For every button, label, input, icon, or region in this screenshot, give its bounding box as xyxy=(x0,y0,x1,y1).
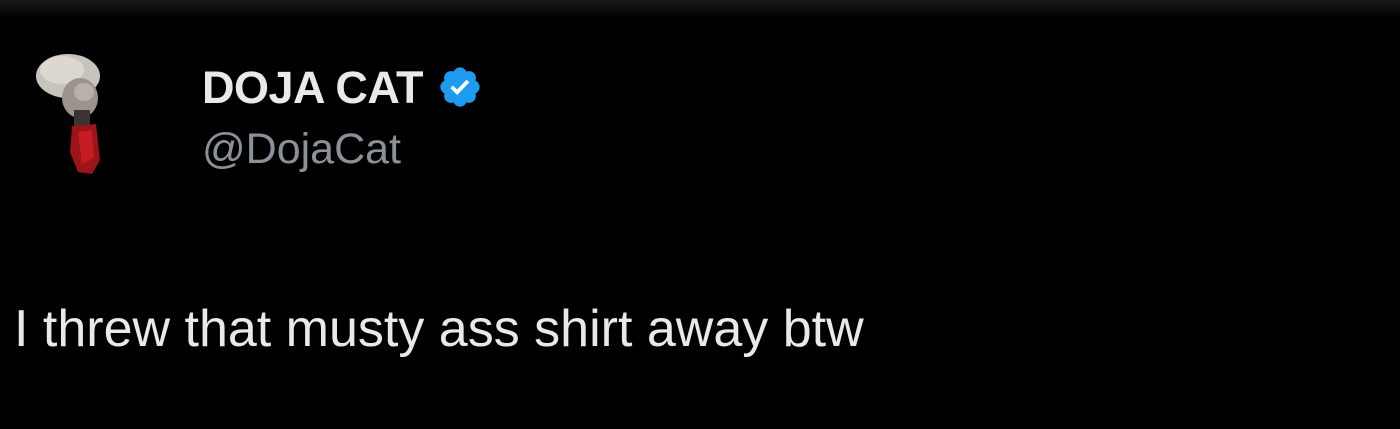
author-identity: DOJA CAT @DojaCat xyxy=(202,58,483,171)
tweet-text: I threw that musty ass shirt away btw xyxy=(14,300,864,358)
user-handle[interactable]: @DojaCat xyxy=(202,128,483,171)
verified-badge-icon xyxy=(437,64,483,110)
name-row: DOJA CAT xyxy=(202,58,483,116)
tweet-card: DOJA CAT @DojaCat I threw that musty ass… xyxy=(0,0,1400,429)
display-name[interactable]: DOJA CAT xyxy=(202,65,424,110)
profile-photo-icon xyxy=(36,54,100,174)
avatar[interactable] xyxy=(22,40,154,190)
